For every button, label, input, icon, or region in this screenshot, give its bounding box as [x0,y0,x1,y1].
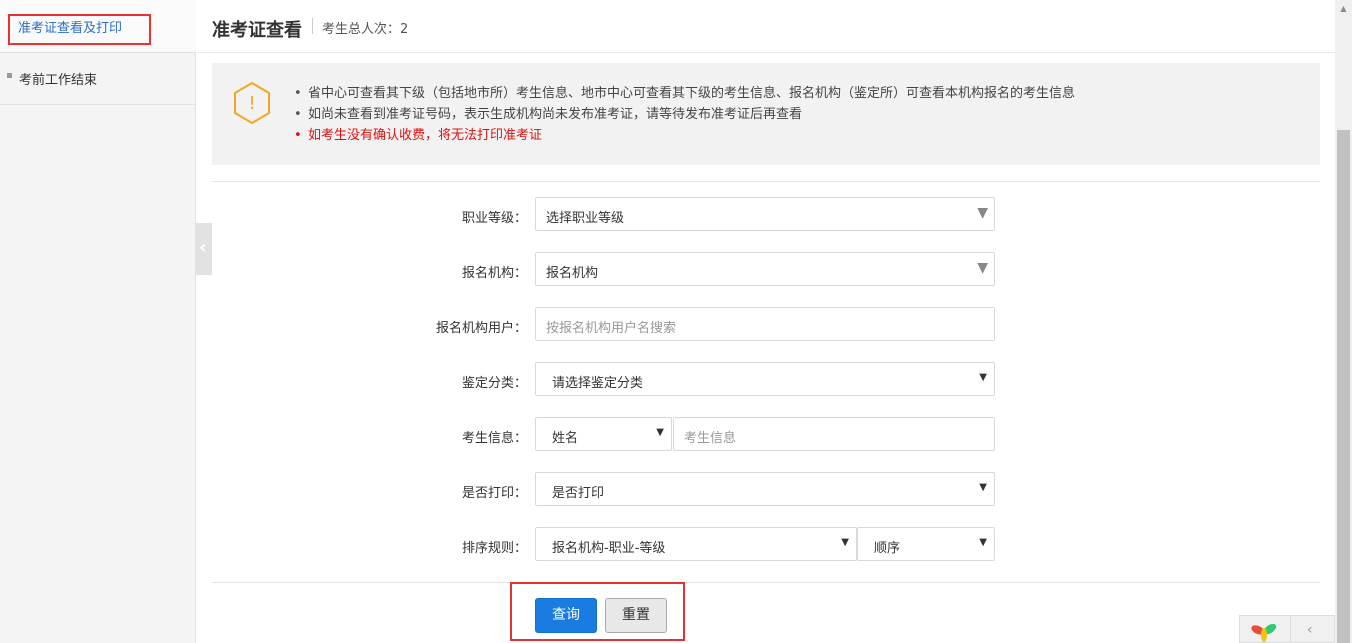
sidebar-item-label: 准考证查看及打印 [18,21,123,36]
org-label: 报名机构： [461,266,527,281]
sidebar: 准考证查看及打印 考前工作结束 [0,0,196,643]
level-label: 职业等级： [461,211,527,226]
notice-item: 省中心可查看其下级（包括地市所）考生信息、地市中心可查看其下级的考生信息、报名机… [292,83,1075,104]
chevron-left-icon: ‹ [199,237,207,258]
dropdown-arrow-icon: ▼ [979,537,987,548]
printed-select[interactable]: 是否打印 ▼ [535,472,995,506]
org-user-label: 报名机构用户： [435,321,527,336]
bullet-icon [7,73,12,78]
sidebar-item-label: 考前工作结束 [19,73,98,88]
form-row-org-user: 报名机构用户： 按报名机构用户名搜索 [212,307,1112,343]
dropdown-arrow-icon: ▼ [656,427,664,438]
sidebar-item-pre-exam-end[interactable]: 考前工作结束 [0,53,196,105]
query-button[interactable]: 查询 [535,598,597,633]
warning-icon: ! [234,81,270,125]
divider [212,181,1320,182]
sort-order-select[interactable]: 顺序 ▼ [857,527,995,561]
dropdown-arrow-icon: ▼ [977,260,988,276]
level-select-value: 选择职业等级 [546,211,625,226]
category-label: 鉴定分类： [461,376,527,391]
form-row-org: 报名机构： 报名机构 ▼ [212,252,1112,288]
candidate-label: 考生信息： [461,431,527,446]
widget-collapse-button[interactable]: ‹ [1290,616,1336,643]
sidebar-collapse-handle[interactable]: ‹ [196,223,212,275]
form-row-candidate: 考生信息： 姓名 ▼ 考生信息 [212,417,1112,453]
dropdown-arrow-icon: ▼ [977,205,988,221]
leaf-logo-icon[interactable] [1249,620,1279,643]
candidate-type-select[interactable]: 姓名 ▼ [535,417,672,451]
form-row-sort: 排序规则： 报名机构-职业-等级 ▼ 顺序 ▼ [212,527,1112,563]
category-select[interactable]: 请选择鉴定分类 ▼ [535,362,995,396]
notice-list: 省中心可查看其下级（包括地市所）考生信息、地市中心可查看其下级的考生信息、报名机… [292,83,1075,146]
org-select-value: 报名机构 [546,266,599,281]
notice-item: 如尚未查看到准考证号码，表示生成机构尚未发布准考证，请等待发布准考证后再查看 [292,104,1075,125]
page-title: 准考证查看 [212,20,302,41]
sidebar-item-admission-ticket[interactable]: 准考证查看及打印 [0,0,196,53]
printed-select-value: 是否打印 [552,486,605,501]
sort-field-select[interactable]: 报名机构-职业-等级 ▼ [535,527,857,561]
org-select[interactable]: 报名机构 ▼ [535,252,995,286]
sort-label: 排序规则： [461,541,527,556]
candidate-count: 考生总人次：2 [322,18,408,37]
candidate-count-label: 考生总人次： [322,22,401,37]
sort-field-value: 报名机构-职业-等级 [552,541,666,556]
divider [212,582,1320,583]
dropdown-arrow-icon: ▼ [979,372,987,383]
dropdown-arrow-icon: ▼ [979,482,987,493]
scrollbar-thumb[interactable] [1337,130,1350,643]
header-divider [312,18,313,34]
scroll-up-arrow-icon[interactable]: ▲ [1335,0,1352,17]
dropdown-arrow-icon: ▼ [841,537,849,548]
candidate-count-value: 2 [400,22,409,37]
notice-panel: ! 省中心可查看其下级（包括地市所）考生信息、地市中心可查看其下级的考生信息、报… [212,63,1320,165]
svg-text:!: ! [248,93,255,114]
reset-button[interactable]: 重置 [605,598,667,633]
candidate-info-input[interactable]: 考生信息 [673,417,995,451]
org-user-input[interactable]: 按报名机构用户名搜索 [535,307,995,341]
notice-item-warning: 如考生没有确认收费，将无法打印准考证 [292,125,1075,146]
candidate-info-placeholder: 考生信息 [684,431,737,446]
category-select-value: 请选择鉴定分类 [552,376,644,391]
org-user-placeholder: 按报名机构用户名搜索 [546,321,677,336]
page-header: 准考证查看 考生总人次：2 [197,0,1335,53]
form-row-category: 鉴定分类： 请选择鉴定分类 ▼ [212,362,1112,398]
level-select[interactable]: 选择职业等级 ▼ [535,197,995,231]
floating-widget: ‹ [1239,615,1335,643]
sort-order-value: 顺序 [874,541,901,556]
form-row-level: 职业等级： 选择职业等级 ▼ [212,197,1112,233]
candidate-type-value: 姓名 [552,431,579,446]
form-row-printed: 是否打印： 是否打印 ▼ [212,472,1112,508]
vertical-scrollbar[interactable]: ▲ [1335,0,1352,643]
printed-label: 是否打印： [461,486,527,501]
chevron-left-icon: ‹ [1307,622,1313,638]
